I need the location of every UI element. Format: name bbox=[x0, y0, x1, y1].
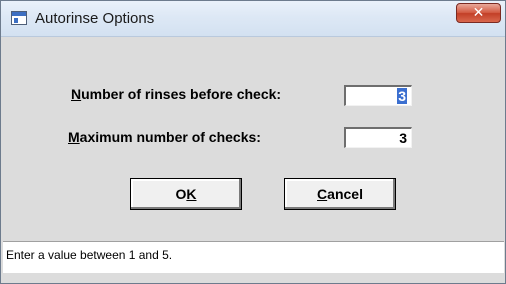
close-icon: ✕ bbox=[472, 5, 485, 21]
status-message: Enter a value between 1 and 5. bbox=[6, 248, 173, 262]
ok-button[interactable]: OK bbox=[130, 178, 242, 210]
app-window-icon bbox=[11, 11, 27, 25]
status-bar: Enter a value between 1 and 5. bbox=[3, 241, 504, 273]
checks-value: 3 bbox=[399, 130, 407, 146]
rinses-before-check-input[interactable]: 3 bbox=[344, 85, 412, 106]
close-button[interactable]: ✕ bbox=[456, 3, 501, 23]
checks-label: Maximum number of checks: bbox=[68, 129, 261, 145]
maximum-checks-input[interactable]: 3 bbox=[344, 127, 412, 148]
cancel-button[interactable]: Cancel bbox=[284, 178, 396, 210]
title-bar[interactable]: Autorinse Options ✕ bbox=[1, 1, 505, 37]
rinses-label: Number of rinses before check: bbox=[71, 86, 282, 102]
rinses-value: 3 bbox=[397, 88, 407, 104]
window-title: Autorinse Options bbox=[35, 10, 155, 27]
autorinse-dialog: Autorinse Options ✕ Number of rinses bef… bbox=[0, 0, 506, 284]
